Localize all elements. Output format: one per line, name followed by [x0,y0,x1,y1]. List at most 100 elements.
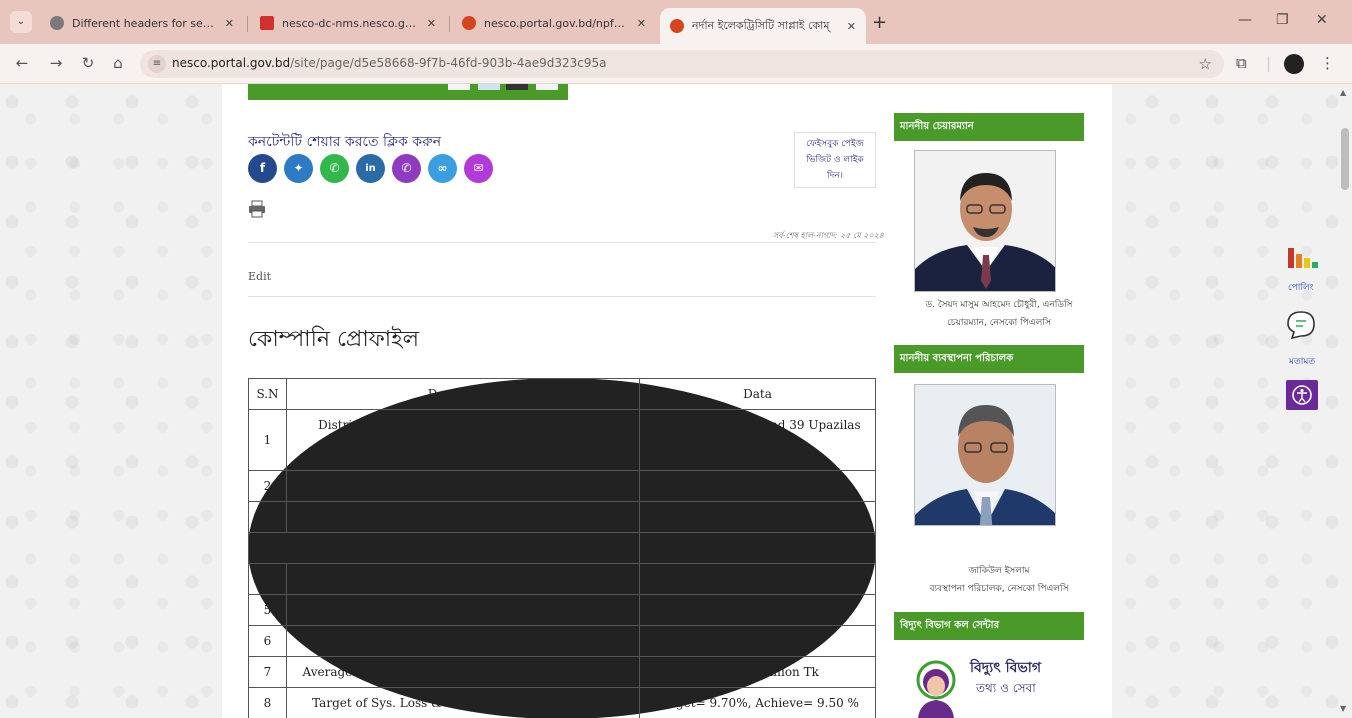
table-row: 1 District and Upozila under Rajshahi & … [248,409,876,471]
tab-label: nesco-dc-nms.nesco.gov.bd: H [282,16,419,30]
home-icon[interactable]: ⌂ [108,54,128,72]
company-profile-table: S.N Description Data 1 District and Upoz… [248,378,876,718]
chairman-name: ড. সৈয়দ মাসুম আহমেদ চৌধুরী, এনডিসি [925,300,1073,310]
linkedin-icon[interactable]: in [356,154,385,183]
facebook-icon[interactable]: f [248,154,277,183]
description-cell: Average Collected Amount Per Month (FY 2… [286,656,640,688]
md-name: জাকিউল ইসলাম [968,566,1030,576]
callcenter-tile[interactable]: বিদ্যুৎ বিভাগ তথ্য ও সেবা [914,650,1074,718]
banner-thumb [536,84,558,90]
sn-cell: 7 [248,656,287,688]
data-cell: 852734 [639,501,876,533]
page-viewport: কনটেন্টটি শেয়ার করতে ক্লিক করুন f ✦ ✆ i… [0,84,1338,718]
table-header-row: S.N Description Data [248,378,876,410]
banner-thumb [506,84,528,90]
facebook-page-link[interactable]: ফেইসবুক পেইজ ভিজিট ও লাইক দিন। [794,132,876,188]
close-tab-icon[interactable]: ✕ [637,17,646,30]
sn-cell: 6 [248,625,287,657]
browser-toolbar: ← → ↻ ⌂ ≡ nesco.portal.gov.bd/site/page/… [0,44,1352,84]
feedback-label[interactable]: মতামত [1289,354,1315,369]
data-cell: 1063262 [639,470,876,502]
sn-cell: 5 [248,594,287,626]
tab-nesco-active[interactable]: নর্দান ইলেকট্রিসিটি সাপ্লাই কোম্ ✕ [660,8,866,44]
close-tab-icon[interactable]: ✕ [847,20,856,33]
url-host: nesco.portal.gov.bd [172,56,291,70]
restore-icon[interactable]: ❐ [1276,12,1289,28]
chairman-heading: মাননীয় চেয়ারম্যান [894,113,1084,141]
share-title: কনটেন্টটি শেয়ার করতে ক্লিক করুন [248,134,442,150]
site-info-icon[interactable]: ≡ [148,55,166,73]
viber-icon[interactable]: ✆ [392,154,421,183]
edit-link[interactable]: Edit [248,270,271,283]
profile-avatar[interactable] [1284,54,1304,74]
polling-widget[interactable] [1286,246,1320,270]
extensions-icon[interactable]: ⧉ [1236,54,1247,72]
new-tab-button[interactable]: + [872,12,887,33]
whatsapp-icon[interactable]: ✆ [320,154,349,183]
copy-link-icon[interactable]: ∞ [428,154,457,183]
reload-icon[interactable]: ↻ [78,54,98,72]
tab-different-headers[interactable]: Different headers for sections ✕ [40,8,244,38]
table-row: 7 Average Collected Amount Per Month (FY… [248,656,876,688]
twitter-icon[interactable]: ✦ [284,154,313,183]
address-bar[interactable]: ≡ nesco.portal.gov.bd/site/page/d5e58668… [140,50,1224,78]
tab-search-icon[interactable]: ⌄ [10,11,32,33]
close-tab-icon[interactable]: ✕ [427,17,436,30]
callcenter-subtitle: তথ্য ও সেবা [976,681,1036,695]
callcenter-title: বিদ্যুৎ বিভাগ [970,660,1042,676]
tab-label: নর্দান ইলেকট্রিসিটি সাপ্লাই কোম্ [692,18,830,32]
back-icon[interactable]: ← [12,54,32,72]
banner-thumb [448,84,470,90]
table-row: 5 Average Sold Unit Per Month (FY 2022 -… [248,594,876,626]
md-portrait-icon [915,385,1055,525]
fb-box-line: ফেইসবুক পেইজ [806,139,864,149]
fb-box-line: ভিজিট ও লাইক [806,155,864,165]
data-cell: 2612.802 Million Tk [639,656,876,688]
print-icon[interactable] [248,200,266,218]
banner-thumb [478,84,500,90]
tab-nesco-nms[interactable]: nesco-dc-nms.nesco.gov.bd: H ✕ [250,8,446,38]
tab-label: Different headers for sections [72,16,217,30]
description-cell: Average Import Unit Per Month (FY 2022 -… [286,563,640,595]
md-heading: মাননীয় ব্যবস্থাপনা পরিচালক [894,345,1084,373]
description-cell: Target of Sys. Loss & Achieve Up to June… [286,687,640,718]
data-cell: 2656.088 Million Tk [639,625,876,657]
sn-cell: 2 [248,470,287,502]
menu-kebab-icon[interactable]: ⋮ [1320,54,1335,72]
column-header: Description [286,378,640,410]
data-cell: Total 16 Districts and 39 Upazilas [639,409,876,471]
messenger-icon[interactable]: ✉ [464,154,493,183]
table-row: 8 Target of Sys. Loss & Achieve Up to Ju… [248,687,876,718]
close-tab-icon[interactable]: ✕ [225,17,234,30]
forward-icon[interactable]: → [46,54,66,72]
feedback-widget[interactable] [1286,310,1316,340]
close-window-icon[interactable]: ✕ [1316,12,1328,28]
fb-box-line: দিন। [827,171,843,181]
banner-strip [248,84,568,100]
description-line: Distribution Zone excluding REB area [347,448,579,462]
description-cell: Average Sold Unit Per Month (FY 2022 - 2… [286,594,640,626]
total-label-cell: Total (Till June, 2023) [248,532,640,564]
description-cell: District and Upozila under Rajshahi & Ra… [286,409,640,471]
md-role: ব্যবস্থাপনা পরিচালক, নেসকো পিএলসি [929,584,1069,594]
md-photo [914,384,1056,526]
scroll-down-icon[interactable]: ▼ [1340,704,1346,713]
sn-cell: 3 [248,501,287,533]
column-header: S.N [248,378,287,410]
url-text[interactable]: nesco.portal.gov.bd/site/page/d5e58668-9… [172,56,606,70]
nesco-favicon-icon [670,19,684,33]
tab-npfadmin[interactable]: nesco.portal.gov.bd/npfadmin/ ✕ [452,8,656,38]
callcenter-heading: বিদ্যুৎ বিভাগ কল সেন্টার [894,612,1084,640]
polling-label[interactable]: পোলিং [1288,280,1314,295]
polling-chart-icon [1288,248,1318,268]
accessibility-button[interactable] [1286,380,1318,410]
page-scrollbar[interactable]: ▲ ▼ [1338,84,1352,718]
tab-label: nesco.portal.gov.bd/npfadmin/ [484,16,629,30]
bookmark-star-icon[interactable]: ☆ [1199,55,1212,73]
divider [248,242,876,243]
minimize-icon[interactable]: — [1238,12,1252,28]
scroll-thumb[interactable] [1341,128,1349,190]
table-row-total: Total (Till June, 2023) 1915996 [248,532,876,564]
data-cell: 344.607 Million kWh [639,594,876,626]
scroll-up-icon[interactable]: ▲ [1340,88,1346,97]
